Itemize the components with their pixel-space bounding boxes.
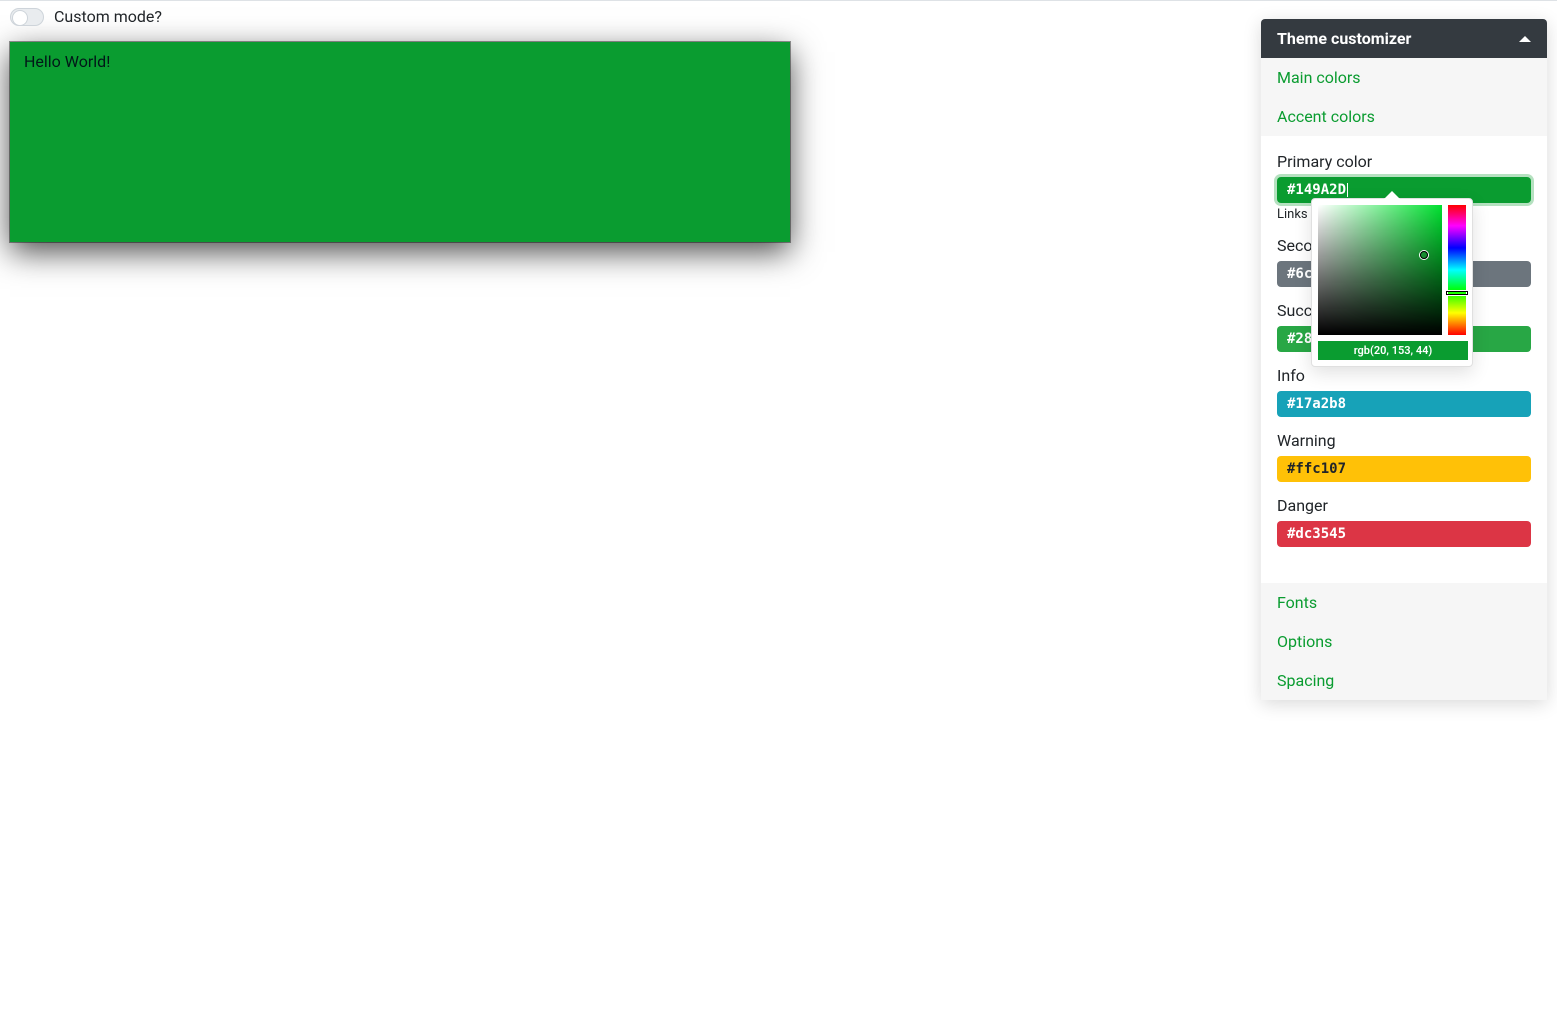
customizer-sections-bottom: Fonts Options Spacing bbox=[1261, 583, 1547, 700]
danger-color-input[interactable]: #dc3545 bbox=[1277, 521, 1531, 547]
custom-mode-toggle[interactable] bbox=[10, 8, 44, 26]
hue-cursor-icon bbox=[1446, 291, 1468, 295]
color-saturation-box[interactable] bbox=[1318, 205, 1442, 335]
customizer-sections-top: Main colors Accent colors bbox=[1261, 58, 1547, 136]
color-picker-popover: rgb(20, 153, 44) bbox=[1311, 198, 1473, 367]
section-accent-colors[interactable]: Accent colors bbox=[1261, 97, 1547, 136]
section-options[interactable]: Options bbox=[1261, 622, 1547, 661]
hello-world-panel: Hello World! bbox=[10, 42, 790, 242]
info-color-label: Info bbox=[1277, 366, 1531, 385]
color-picker-readout: rgb(20, 153, 44) bbox=[1318, 341, 1468, 360]
primary-color-label: Primary color bbox=[1277, 152, 1531, 171]
theme-customizer-panel: Theme customizer Main colors Accent colo… bbox=[1261, 19, 1547, 700]
section-fonts[interactable]: Fonts bbox=[1261, 583, 1547, 622]
color-hue-slider[interactable] bbox=[1448, 205, 1466, 335]
theme-customizer-title: Theme customizer bbox=[1277, 29, 1411, 48]
theme-customizer-header[interactable]: Theme customizer bbox=[1261, 19, 1547, 58]
warning-color-input[interactable]: #ffc107 bbox=[1277, 456, 1531, 482]
custom-mode-label: Custom mode? bbox=[54, 7, 162, 26]
saturation-cursor-icon bbox=[1420, 251, 1428, 259]
info-color-input[interactable]: #17a2b8 bbox=[1277, 391, 1531, 417]
warning-color-label: Warning bbox=[1277, 431, 1531, 450]
hello-world-text: Hello World! bbox=[24, 52, 110, 71]
chevron-up-icon bbox=[1519, 36, 1531, 42]
text-cursor-icon bbox=[1347, 183, 1348, 197]
section-main-colors[interactable]: Main colors bbox=[1261, 58, 1547, 97]
section-spacing[interactable]: Spacing bbox=[1261, 661, 1547, 700]
accent-colors-section: Primary color #149A2D Links a Secor #6c7… bbox=[1261, 136, 1547, 583]
danger-color-label: Danger bbox=[1277, 496, 1531, 515]
